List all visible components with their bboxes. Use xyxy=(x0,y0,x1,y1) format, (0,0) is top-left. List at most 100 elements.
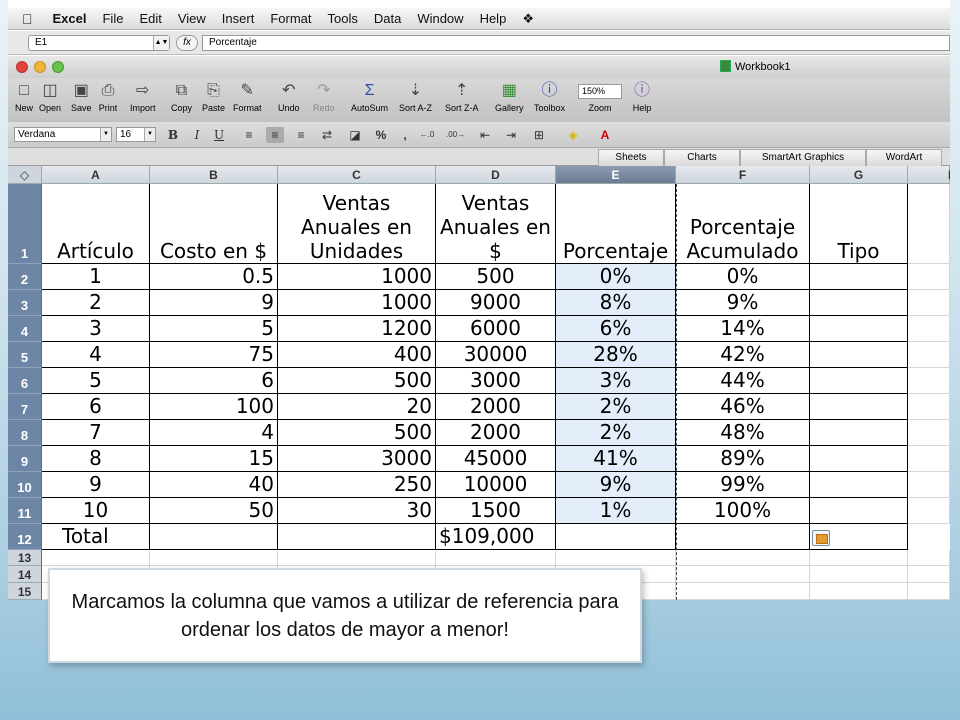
total-value-cell[interactable]: $109,000 xyxy=(436,524,556,550)
cell-e-row-9[interactable]: 41% xyxy=(556,446,676,472)
menu-app-name[interactable]: Excel xyxy=(45,11,95,26)
cell-a-row-6[interactable]: 5 xyxy=(42,368,150,394)
increase-indent-icon[interactable]: ⇥ xyxy=(502,127,520,143)
cell-c-row-4[interactable]: 1200 xyxy=(278,316,436,342)
cell-e-row-7[interactable]: 2% xyxy=(556,394,676,420)
column-header-b[interactable]: B xyxy=(150,166,278,184)
gallery-button[interactable]: ▦ Gallery xyxy=(495,81,524,113)
bold-button[interactable]: B xyxy=(164,127,182,143)
empty-cell[interactable] xyxy=(42,550,150,566)
tab-charts[interactable]: Charts xyxy=(664,149,740,166)
cell-a-row-9[interactable]: 8 xyxy=(42,446,150,472)
cell-c-row-5[interactable]: 400 xyxy=(278,342,436,368)
cell-b-row-11[interactable]: 50 xyxy=(150,498,278,524)
cell-b-row-8[interactable]: 4 xyxy=(150,420,278,446)
column-header-h[interactable]: H xyxy=(908,166,950,184)
minimize-window-button[interactable] xyxy=(34,61,46,73)
sort-az-button[interactable]: ⇣ Sort A-Z xyxy=(399,81,432,113)
cell-c-row-11[interactable]: 30 xyxy=(278,498,436,524)
format-painter-button[interactable]: ✎ Format xyxy=(233,81,262,113)
empty-cell[interactable] xyxy=(908,184,950,264)
row-header-4[interactable]: 4 xyxy=(8,316,42,342)
empty-cell[interactable] xyxy=(908,264,950,290)
row-header-8[interactable]: 8 xyxy=(8,420,42,446)
menu-help[interactable]: Help xyxy=(472,11,515,26)
empty-cell[interactable] xyxy=(676,566,810,583)
header-cell-tipo[interactable]: Tipo xyxy=(810,184,908,264)
cell-f-row-8[interactable]: 48% xyxy=(676,420,810,446)
column-header-e[interactable]: E xyxy=(556,166,676,184)
empty-cell[interactable] xyxy=(810,550,908,566)
tab-smartart-graphics[interactable]: SmartArt Graphics xyxy=(740,149,866,166)
close-window-button[interactable] xyxy=(16,61,28,73)
empty-cell[interactable] xyxy=(556,550,676,566)
row-header-15[interactable]: 15 xyxy=(8,583,42,600)
cell-e-row-6[interactable]: 3% xyxy=(556,368,676,394)
cell-c-row-8[interactable]: 500 xyxy=(278,420,436,446)
cell-d-row-9[interactable]: 45000 xyxy=(436,446,556,472)
cell-g-row-2[interactable] xyxy=(810,264,908,290)
sort-za-button[interactable]: ⇡ Sort Z-A xyxy=(445,81,479,113)
name-box[interactable]: E1 ▲▼ xyxy=(28,35,170,51)
cell-d-row-7[interactable]: 2000 xyxy=(436,394,556,420)
menu-format[interactable]: Format xyxy=(262,11,319,26)
cell-c-row-10[interactable]: 250 xyxy=(278,472,436,498)
cell-e-row-5[interactable]: 28% xyxy=(556,342,676,368)
row-header-5[interactable]: 5 xyxy=(8,342,42,368)
cell-d-row-8[interactable]: 2000 xyxy=(436,420,556,446)
menu-edit[interactable]: Edit xyxy=(131,11,169,26)
row-header-14[interactable]: 14 xyxy=(8,566,42,583)
cell-e-row-2[interactable]: 0% xyxy=(556,264,676,290)
total-label-cell[interactable]: Total xyxy=(42,524,150,550)
print-button[interactable]: ⎙ Print xyxy=(98,81,118,113)
cell-b-row-5[interactable]: 75 xyxy=(150,342,278,368)
cell-f-row-5[interactable]: 42% xyxy=(676,342,810,368)
cell-c-row-6[interactable]: 500 xyxy=(278,368,436,394)
cell-c-row-2[interactable]: 1000 xyxy=(278,264,436,290)
cell-f-row-9[interactable]: 89% xyxy=(676,446,810,472)
fill-color-icon[interactable]: ◈ xyxy=(564,127,582,143)
zoom-select[interactable]: 150% xyxy=(578,84,622,99)
cell-a-row-10[interactable]: 9 xyxy=(42,472,150,498)
save-button[interactable]: ▣ Save xyxy=(71,81,92,113)
cell-e-row-11[interactable]: 1% xyxy=(556,498,676,524)
cell-b-row-10[interactable]: 40 xyxy=(150,472,278,498)
copy-button[interactable]: ⧉ Copy xyxy=(171,81,192,113)
empty-cell[interactable] xyxy=(150,524,278,550)
undo-button[interactable]: ↶ Undo xyxy=(278,81,300,113)
cell-d-row-5[interactable]: 30000 xyxy=(436,342,556,368)
header-cell-articulo[interactable]: Artículo xyxy=(42,184,150,264)
column-header-g[interactable]: G xyxy=(810,166,908,184)
menu-file[interactable]: File xyxy=(94,11,131,26)
cell-c-row-7[interactable]: 20 xyxy=(278,394,436,420)
menu-insert[interactable]: Insert xyxy=(214,11,263,26)
fx-button[interactable]: fx xyxy=(176,35,198,51)
empty-cell[interactable] xyxy=(908,472,950,498)
row-header-11[interactable]: 11 xyxy=(8,498,42,524)
empty-cell[interactable] xyxy=(908,550,950,566)
empty-cell[interactable] xyxy=(278,524,436,550)
cell-g-row-11[interactable] xyxy=(810,498,908,524)
column-header-d[interactable]: D xyxy=(436,166,556,184)
cell-b-row-7[interactable]: 100 xyxy=(150,394,278,420)
menu-window[interactable]: Window xyxy=(409,11,471,26)
cell-b-row-3[interactable]: 9 xyxy=(150,290,278,316)
cell-b-row-9[interactable]: 15 xyxy=(150,446,278,472)
cell-f-row-7[interactable]: 46% xyxy=(676,394,810,420)
select-all-corner[interactable]: ◇ xyxy=(8,166,42,184)
empty-cell[interactable] xyxy=(908,290,950,316)
empty-cell[interactable] xyxy=(810,566,908,583)
align-left-icon[interactable]: ≡ xyxy=(240,127,258,143)
cell-g-row-5[interactable] xyxy=(810,342,908,368)
comma-style-icon[interactable]: , xyxy=(396,127,414,143)
new-button[interactable]: □ New xyxy=(14,81,34,113)
empty-cell[interactable] xyxy=(676,550,810,566)
font-size-select[interactable]: 16 ▼ xyxy=(116,127,156,142)
row-header-7[interactable]: 7 xyxy=(8,394,42,420)
empty-cell[interactable] xyxy=(908,446,950,472)
empty-cell[interactable] xyxy=(908,342,950,368)
cell-a-row-5[interactable]: 4 xyxy=(42,342,150,368)
row-header-6[interactable]: 6 xyxy=(8,368,42,394)
cell-f-row-2[interactable]: 0% xyxy=(676,264,810,290)
cell-e-row-10[interactable]: 9% xyxy=(556,472,676,498)
